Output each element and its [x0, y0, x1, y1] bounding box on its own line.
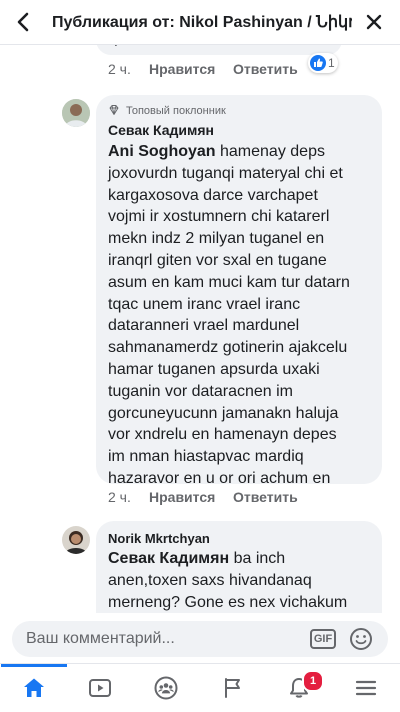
- notifications-count-badge: 1: [302, 670, 324, 692]
- tab-menu[interactable]: [333, 664, 399, 712]
- comment-actions-previous: 2 ч. Нравится Ответить: [108, 61, 398, 79]
- comment-text-previous: ր: [114, 45, 123, 47]
- comment-line-text: hazaravor en u or ori achum en: [108, 469, 331, 487]
- comment-line: gorcuneyucunn jamanakn haluja: [108, 403, 380, 425]
- comment-line: sahmanamerdz gotinerin ajakcelu: [108, 337, 380, 359]
- comment-composer: Ваш комментарий... GIF: [0, 613, 400, 663]
- reaction-badge[interactable]: 1: [308, 53, 338, 73]
- avatar[interactable]: [62, 526, 90, 554]
- pages-flag-icon: [225, 678, 240, 698]
- tab-watch[interactable]: [67, 664, 133, 712]
- gif-button[interactable]: GIF: [310, 629, 336, 649]
- comment-line-text: im nman hiastapvac mardiq: [108, 448, 304, 466]
- close-icon[interactable]: [362, 10, 386, 34]
- comment-line: mekn indz 2 milyan tuganel en: [108, 228, 380, 250]
- like-link[interactable]: Нравится: [149, 489, 215, 505]
- comments-list[interactable]: ր 2 ч. Нравится Ответить 1 Топовый покло…: [0, 45, 400, 613]
- comment-line: im nman hiastapvac mardiq: [108, 446, 380, 468]
- comment-line: joxovurdn tuganqi materyal chi et: [108, 163, 380, 185]
- comment-line: tqac unem iranc vrael iranc: [108, 294, 380, 316]
- comment-input-placeholder: Ваш комментарий...: [26, 630, 175, 647]
- diamond-icon: [108, 104, 120, 119]
- timestamp: 2 ч.: [108, 61, 131, 77]
- comment-line-text: asum en kam muci kam tur datarn: [108, 273, 350, 291]
- page-title: Публикация от: Nikol Pashinyan / Նիկո...: [52, 14, 352, 31]
- comment-line: dataranneri vrael mardunel: [108, 315, 380, 337]
- comment-line: merneng? Gone es nex vichakum: [108, 592, 380, 613]
- comment-line: vojmi ir xostumnern chi katarerl: [108, 206, 380, 228]
- home-icon: [24, 678, 44, 697]
- comment-line-text: joxovurdn tuganqi materyal chi et: [108, 164, 343, 182]
- comment-text: Ani Soghoyan hamenay deps joxovurdn tugan…: [108, 141, 380, 490]
- comment-line-text: anen,toxen saxs hivandanaq: [108, 571, 312, 589]
- comment-line: Ani Soghoyan hamenay deps: [108, 141, 380, 163]
- comment-line: Севак Кадимян ba inch: [108, 548, 380, 570]
- comment-author[interactable]: Севак Кадимян: [108, 122, 214, 138]
- comment-bubble: Топовый поклонник Севак Кадимян Ani Sogh…: [96, 95, 382, 487]
- comment-line: anen,toxen saxs hivandanaq: [108, 570, 380, 592]
- comment-line-text: merneng? Gone es nex vichakum: [108, 593, 348, 611]
- groups-icon: [154, 676, 178, 700]
- comment-line-text: hamar tuganen apsurda uxaki: [108, 360, 320, 378]
- avatar[interactable]: [62, 99, 90, 127]
- back-chevron-icon[interactable]: [12, 10, 36, 34]
- comment-line: tuganin vor dataracnen im: [108, 381, 380, 403]
- comment-line-text: tuganin vor dataracnen im: [108, 382, 293, 400]
- comment-line-text: vojmi ir xostumnern chi katarerl: [108, 208, 330, 226]
- comment-line-text: gorcuneyucunn jamanakn haluja: [108, 404, 339, 422]
- comment-line-text: ba inch: [229, 550, 286, 567]
- emoji-icon[interactable]: [348, 626, 374, 652]
- comment-line-text: hamenay deps: [215, 143, 325, 160]
- comment-line-text: tqac unem iranc vrael iranc: [108, 295, 301, 313]
- comment-line-text: dataranneri vrael mardunel: [108, 317, 300, 335]
- comment-line-text: vor xndrelu en hamenayn depes: [108, 426, 337, 444]
- tab-pages[interactable]: [200, 664, 266, 712]
- comment-line: kargaxosova darce varchapet: [108, 185, 380, 207]
- reaction-count: 1: [328, 56, 335, 70]
- watch-icon: [89, 679, 111, 697]
- top-fan-label: Топовый поклонник: [126, 105, 226, 117]
- top-fan-badge: Топовый поклонник: [108, 104, 226, 119]
- comment-line: hamar tuganen apsurda uxaki: [108, 359, 380, 381]
- reply-link[interactable]: Ответить: [233, 489, 298, 505]
- comment-actions: 2 ч. Нравится Ответить: [108, 489, 398, 507]
- tab-groups[interactable]: [133, 664, 199, 712]
- comment-line-text: mekn indz 2 milyan tuganel en: [108, 230, 325, 248]
- comment-bubble: Norik Mkrtchyan Севак Кадимян ba inch ane…: [96, 521, 382, 613]
- bottom-tab-bar: 1: [0, 663, 400, 712]
- comment-input[interactable]: Ваш комментарий... GIF: [12, 621, 388, 657]
- comment-line-text: iranqrl giten vor sxal en tugane: [108, 251, 327, 269]
- comment-text: Севак Кадимян ba inch anen,toxen saxs hiv…: [108, 548, 380, 613]
- comment-line: iranqrl giten vor sxal en tugane: [108, 250, 380, 272]
- mention-link[interactable]: Севак Кадимян: [108, 550, 229, 567]
- like-reaction-icon: [310, 55, 326, 71]
- comment-line: vor xndrelu en hamenayn depes: [108, 424, 380, 446]
- reply-link[interactable]: Ответить: [233, 61, 298, 77]
- active-tab-indicator: [1, 664, 67, 667]
- comment-line: hazaravor en u or ori achum en: [108, 468, 380, 490]
- like-link[interactable]: Нравится: [149, 61, 215, 77]
- comment-author[interactable]: Norik Mkrtchyan: [108, 531, 210, 546]
- top-bar: Публикация от: Nikol Pashinyan / Նիկո...: [0, 0, 400, 45]
- comment-line: asum en kam muci kam tur datarn: [108, 272, 380, 294]
- mention-link[interactable]: Ani Soghoyan: [108, 143, 216, 160]
- comment-line-text: sahmanamerdz gotinerin ajakcelu: [108, 339, 348, 357]
- tab-home[interactable]: [1, 664, 67, 712]
- menu-icon: [355, 680, 377, 696]
- comment-bubble-previous: ր: [96, 45, 342, 55]
- timestamp: 2 ч.: [108, 489, 131, 505]
- tab-notifications[interactable]: 1: [266, 664, 332, 712]
- comment-line-text: kargaxosova darce varchapet: [108, 186, 318, 204]
